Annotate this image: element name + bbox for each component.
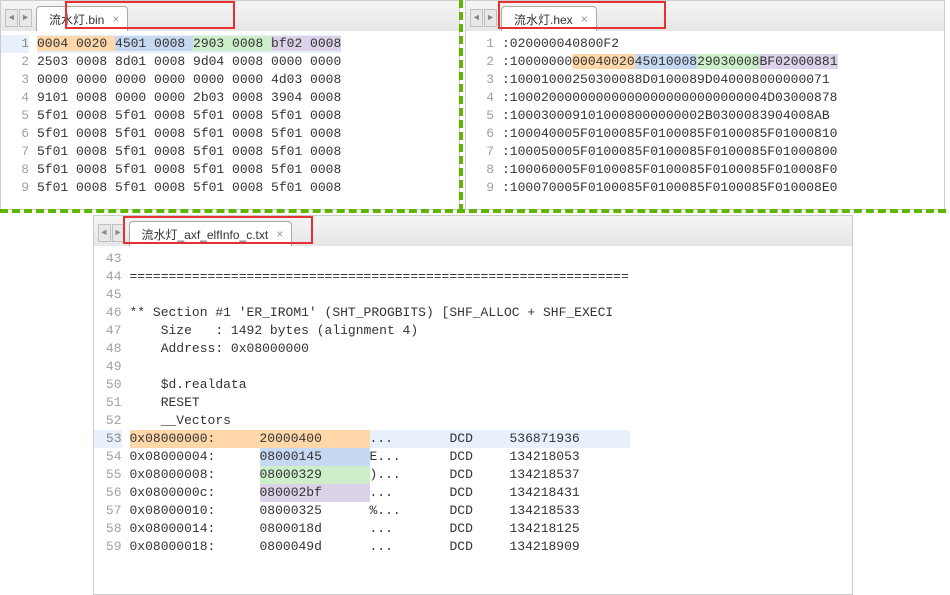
- code-line: :1000300091010008000000002B0300083904008…: [502, 107, 838, 125]
- close-icon[interactable]: ×: [112, 12, 119, 26]
- close-icon[interactable]: ×: [581, 12, 588, 26]
- tab-nav: ◄ ►: [98, 224, 125, 242]
- code-line: RESET: [130, 394, 630, 412]
- code-txt: ========================================…: [130, 246, 630, 560]
- code-line: $d.realdata: [130, 376, 630, 394]
- code-line: :10000000000400204501000829030008BF02000…: [502, 53, 838, 71]
- vector-row: 0x08000004:08000145E...DCD134218053: [130, 448, 630, 466]
- tab-next-icon[interactable]: ►: [19, 9, 32, 27]
- tab-label: 流水灯.bin: [49, 11, 104, 28]
- code-line: ========================================…: [130, 268, 630, 286]
- code-line: 0004 0020 4501 0008 2903 0008 bf02 0008: [37, 35, 341, 53]
- code-line: [130, 286, 630, 304]
- txt-panel: ◄ ► 流水灯_axf_elfInfo_c.txt × 434445464748…: [93, 215, 853, 595]
- code-line: :10001000250300088D0100089D0400080000000…: [502, 71, 838, 89]
- code-line: :100020000000000000000000000000004D03000…: [502, 89, 838, 107]
- code-line: [130, 358, 630, 376]
- tab-prev-icon[interactable]: ◄: [470, 9, 483, 27]
- code-line: 5f01 0008 5f01 0008 5f01 0008 5f01 0008: [37, 143, 341, 161]
- code-line: __Vectors: [130, 412, 630, 430]
- code-line: :020000040800F2: [502, 35, 838, 53]
- tab-hex[interactable]: 流水灯.hex ×: [501, 6, 597, 31]
- tab-bar-txt: ◄ ► 流水灯_axf_elfInfo_c.txt ×: [94, 216, 852, 246]
- hex-panel: ◄ ► 流水灯.hex × 123456789 :020000040800F2:…: [465, 0, 945, 210]
- code-line: Size : 1492 bytes (alignment 4): [130, 322, 630, 340]
- code-line: :100060005F0100085F0100085F0100085F01000…: [502, 161, 838, 179]
- vector-row: 0x08000008:08000329)...DCD134218537: [130, 466, 630, 484]
- vector-row: 0x0800000c:080002bf...DCD134218431: [130, 484, 630, 502]
- tab-label: 流水灯.hex: [514, 11, 573, 28]
- code-line: Address: 0x08000000: [130, 340, 630, 358]
- gutter-bin: 123456789: [1, 31, 37, 201]
- code-line: 2503 0008 8d01 0008 9d04 0008 0000 0000: [37, 53, 341, 71]
- vector-row: 0x08000000:20000400...DCD536871936: [130, 430, 630, 448]
- tab-prev-icon[interactable]: ◄: [98, 224, 111, 242]
- code-bin: 0004 0020 4501 0008 2903 0008 bf02 00082…: [37, 31, 341, 201]
- tab-nav: ◄ ►: [5, 9, 32, 27]
- tab-nav: ◄ ►: [470, 9, 497, 27]
- tab-bin[interactable]: 流水灯.bin ×: [36, 6, 128, 31]
- tab-prev-icon[interactable]: ◄: [5, 9, 18, 27]
- tab-next-icon[interactable]: ►: [112, 224, 125, 242]
- close-icon[interactable]: ×: [276, 227, 283, 241]
- code-line: 5f01 0008 5f01 0008 5f01 0008 5f01 0008: [37, 179, 341, 197]
- tab-bar-hex: ◄ ► 流水灯.hex ×: [466, 1, 944, 31]
- code-line: 9101 0008 0000 0000 2b03 0008 3904 0008: [37, 89, 341, 107]
- gutter-txt: 4344454647484950515253545556575859: [94, 246, 130, 560]
- code-line: ** Section #1 'ER_IROM1' (SHT_PROGBITS) …: [130, 304, 630, 322]
- tab-label: 流水灯_axf_elfInfo_c.txt: [142, 226, 269, 243]
- code-line: 5f01 0008 5f01 0008 5f01 0008 5f01 0008: [37, 125, 341, 143]
- vector-row: 0x08000010:08000325%...DCD134218533: [130, 502, 630, 520]
- code-line: 5f01 0008 5f01 0008 5f01 0008 5f01 0008: [37, 161, 341, 179]
- vector-row: 0x08000018:0800049d...DCD134218909: [130, 538, 630, 556]
- code-line: :100040005F0100085F0100085F0100085F01000…: [502, 125, 838, 143]
- code-line: 5f01 0008 5f01 0008 5f01 0008 5f01 0008: [37, 107, 341, 125]
- tab-bar-bin: ◄ ► 流水灯.bin ×: [1, 1, 459, 31]
- code-line: [130, 250, 630, 268]
- tab-txt[interactable]: 流水灯_axf_elfInfo_c.txt ×: [129, 221, 293, 246]
- code-line: :100070005F0100085F0100085F0100085F01000…: [502, 179, 838, 197]
- bin-panel: ◄ ► 流水灯.bin × 123456789 0004 0020 4501 0…: [0, 0, 460, 210]
- vector-row: 0x08000014:0800018d...DCD134218125: [130, 520, 630, 538]
- code-line: 0000 0000 0000 0000 0000 0000 4d03 0008: [37, 71, 341, 89]
- code-hex: :020000040800F2:100000000004002045010008…: [502, 31, 838, 201]
- code-line: :100050005F0100085F0100085F0100085F01000…: [502, 143, 838, 161]
- tab-next-icon[interactable]: ►: [484, 9, 497, 27]
- gutter-hex: 123456789: [466, 31, 502, 201]
